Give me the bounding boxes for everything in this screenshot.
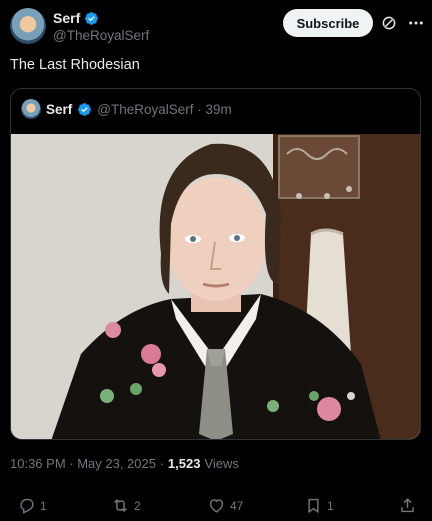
- portrait-photo: [11, 134, 420, 439]
- author-name-row: Serf: [53, 10, 99, 26]
- author-name[interactable]: Serf: [53, 10, 80, 26]
- verified-badge-icon: [85, 11, 99, 25]
- reply-count: 1: [40, 498, 47, 513]
- action-bar: 1 2 47 1: [0, 496, 432, 520]
- bookmark-button[interactable]: 1: [304, 496, 334, 515]
- more-icon[interactable]: [406, 14, 426, 32]
- subscribe-button[interactable]: Subscribe: [283, 9, 373, 37]
- reply-button[interactable]: 1: [17, 496, 47, 515]
- share-button[interactable]: [398, 496, 417, 515]
- post-header: Serf @TheRoyalSerf Subscribe: [10, 8, 423, 48]
- verified-badge-icon: [78, 102, 92, 116]
- quoted-author-handle: @TheRoyalSerf · 39m: [97, 101, 232, 117]
- author-avatar[interactable]: [10, 8, 46, 44]
- quoted-author-name: Serf: [46, 101, 73, 117]
- post-text: The Last Rhodesian: [10, 57, 140, 73]
- like-button[interactable]: 47: [207, 496, 243, 515]
- views-label: Views: [204, 456, 239, 471]
- quoted-author-avatar: [21, 99, 41, 119]
- reply-icon: [20, 498, 34, 514]
- quoted-post-header: Serf @TheRoyalSerf · 39m: [21, 99, 232, 119]
- repost-count: 2: [134, 498, 141, 513]
- post-timestamp[interactable]: 10:36 PM · May 23, 2025 ·: [10, 456, 164, 471]
- post-meta: 10:36 PM · May 23, 2025 · 1,523 Views: [10, 456, 239, 471]
- share-icon: [401, 498, 414, 513]
- quoted-post-photo[interactable]: [11, 134, 420, 439]
- quoted-post[interactable]: Serf @TheRoyalSerf · 39m: [10, 88, 421, 440]
- author-handle[interactable]: @TheRoyalSerf: [53, 28, 149, 43]
- repost-button[interactable]: 2: [111, 496, 141, 515]
- bookmark-icon: [308, 498, 319, 514]
- like-icon: [209, 499, 224, 513]
- views-count: 1,523: [167, 456, 201, 471]
- grok-icon[interactable]: [380, 14, 398, 32]
- bookmark-count: 1: [327, 498, 334, 513]
- like-count: 47: [230, 498, 244, 513]
- repost-icon: [114, 498, 127, 513]
